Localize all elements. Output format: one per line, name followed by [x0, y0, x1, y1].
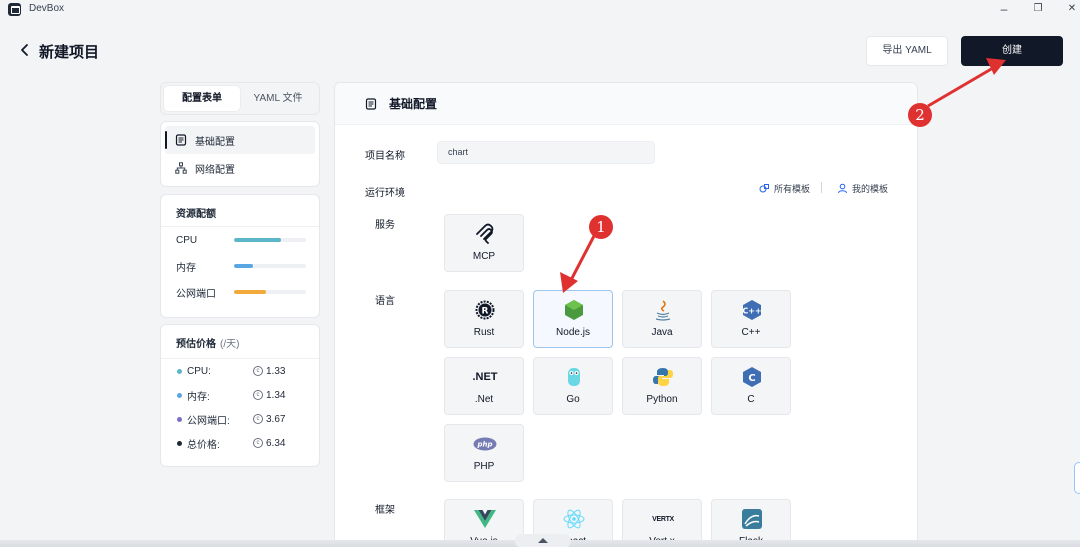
annotation-badge-1: 1 — [589, 215, 613, 239]
annotation-badge-2: 2 — [908, 103, 932, 127]
annotation-arrowhead-1 — [560, 272, 578, 293]
annotation-arrow-2 — [927, 66, 994, 108]
annotation-arrowhead-2 — [986, 58, 1006, 75]
annotation-arrow-1 — [568, 235, 596, 283]
annotation-arrows — [560, 58, 1006, 293]
